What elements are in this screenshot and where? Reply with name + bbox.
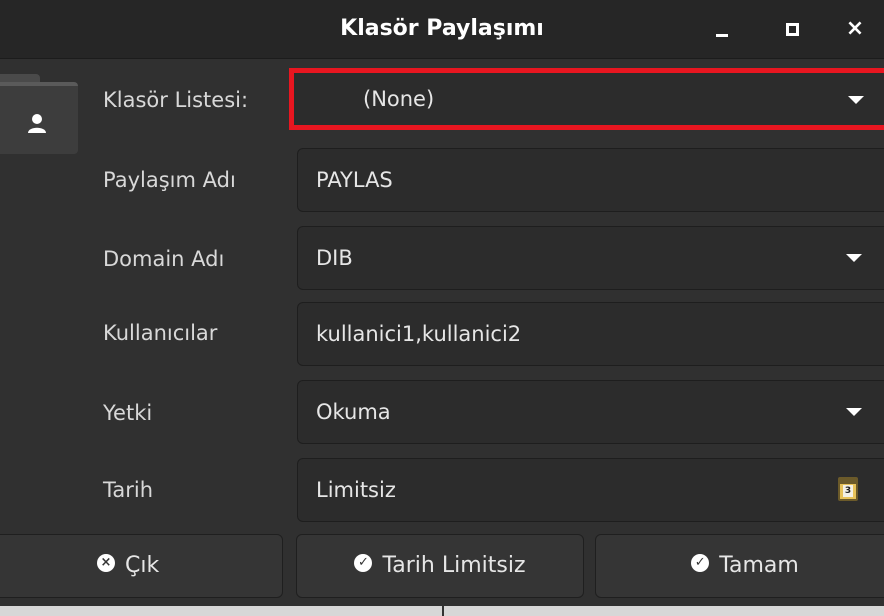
domain-name-dropdown[interactable]: DIB [297,226,884,290]
date-unlimited-button-label: Tarih Limitsiz [382,553,526,578]
date-unlimited-button[interactable]: ✓ Tarih Limitsiz [296,534,584,598]
window-title: Klasör Paylaşımı [340,16,544,41]
calendar-header [840,479,856,484]
users-input[interactable]: kullanici1,kullanici2 [297,302,884,366]
share-name-value: PAYLAS [316,168,393,192]
shared-folder-icon [0,82,78,154]
chevron-down-icon [846,254,862,262]
bottom-strip [0,606,884,616]
permission-dropdown[interactable]: Okuma [297,380,884,444]
title-bar[interactable]: Klasör Paylaşımı × [0,0,884,59]
date-input[interactable]: Limitsiz 3 [297,458,884,522]
check-circle-icon: ✓ [691,554,710,572]
users-label: Kullanıcılar [103,321,218,345]
chevron-down-icon [848,96,864,104]
permission-label: Yetki [103,401,153,425]
date-label: Tarih [103,478,153,502]
minimize-button[interactable] [705,12,739,46]
share-name-label: Paylaşım Adı [103,168,236,192]
close-icon: × [845,16,865,41]
maximize-icon [786,23,799,36]
exit-button[interactable]: × Çık [0,534,283,598]
check-circle-icon: ✓ [354,554,373,572]
calendar-number: 3 [843,485,853,497]
maximize-button[interactable] [775,12,809,46]
ok-button-label: Tamam [719,553,799,578]
users-value: kullanici1,kullanici2 [316,322,522,346]
minimize-icon [716,34,728,37]
person-icon [28,114,46,133]
close-button[interactable]: × [838,12,872,46]
permission-value: Okuma [316,400,391,424]
exit-button-label: Çık [125,553,160,578]
folder-sharing-window: Klasör Paylaşımı × Klasör Listesi: (None… [0,0,884,616]
ok-button[interactable]: ✓ Tamam [595,534,884,598]
date-value: Limitsiz [316,478,396,502]
folder-list-dropdown[interactable]: (None) [289,68,884,130]
strip-marker [442,606,444,616]
x-circle-icon: × [97,554,115,572]
folder-list-label: Klasör Listesi: [103,88,249,112]
domain-name-label: Domain Adı [103,247,225,271]
share-name-input[interactable]: PAYLAS [297,148,884,212]
calendar-icon[interactable]: 3 [838,477,858,501]
domain-name-value: DIB [316,246,353,270]
chevron-down-icon [846,408,862,416]
folder-list-value: (None) [363,87,435,111]
